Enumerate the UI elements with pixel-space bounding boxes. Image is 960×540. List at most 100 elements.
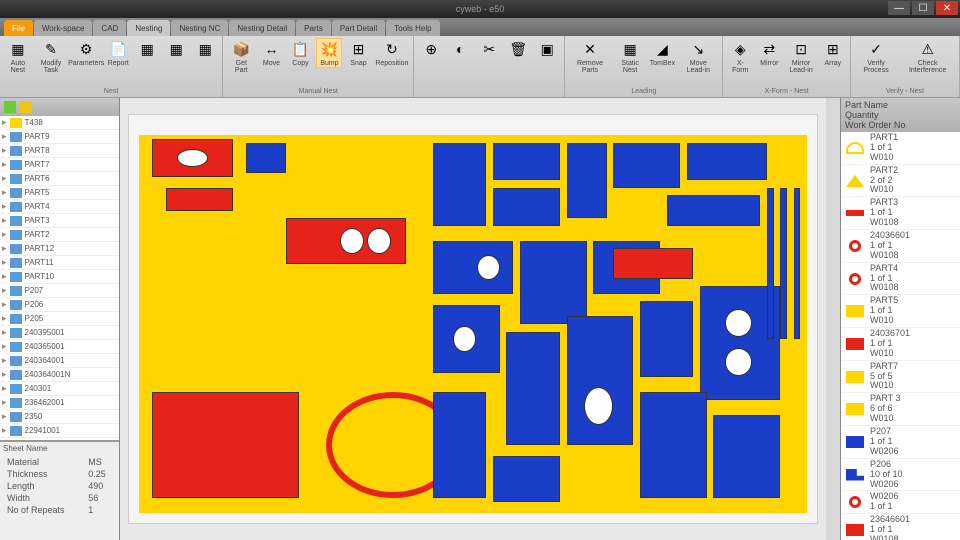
tab-nesting-nc[interactable]: Nesting NC bbox=[171, 20, 228, 36]
icon-button[interactable]: ▦ bbox=[134, 38, 160, 60]
expand-icon: ▸ bbox=[2, 425, 7, 436]
part-tree-item[interactable]: ▸P205 bbox=[0, 312, 119, 326]
copy-button[interactable]: 📋Copy bbox=[287, 38, 313, 68]
vertical-scrollbar[interactable] bbox=[826, 98, 840, 540]
bump-button[interactable]: 💥Bump bbox=[316, 38, 342, 68]
part-tree-item[interactable]: ▸PART11 bbox=[0, 256, 119, 270]
part-summary-list[interactable]: PART11 of 1W010PART22 of 2W010PART31 of … bbox=[841, 132, 960, 540]
part-tree-item[interactable]: ▸PART2 bbox=[0, 228, 119, 242]
tab-part-detail[interactable]: Part Detail bbox=[332, 20, 385, 36]
x-form-button[interactable]: ◈X-Form bbox=[727, 38, 753, 75]
part-tree[interactable]: ▸T438▸PART9▸PART8▸PART7▸PART6▸PART5▸PART… bbox=[0, 116, 119, 440]
maximize-button[interactable]: ☐ bbox=[912, 1, 934, 15]
part-tree-item[interactable]: ▸240301 bbox=[0, 382, 119, 396]
reposition-button[interactable]: ↻Reposition bbox=[374, 38, 409, 68]
mirror-button[interactable]: ⇄Mirror bbox=[756, 38, 782, 68]
summary-row[interactable]: 240367011 of 1W010 bbox=[841, 328, 960, 361]
tab-nesting-detail[interactable]: Nesting Detail bbox=[229, 20, 295, 36]
tab-work-space[interactable]: Work-space bbox=[34, 20, 93, 36]
summary-row[interactable]: W02061 of 1 bbox=[841, 491, 960, 514]
part-name: 240365001 bbox=[25, 342, 65, 351]
part-tree-item[interactable]: ▸PART8 bbox=[0, 144, 119, 158]
tombex-button[interactable]: ◢TomBex bbox=[649, 38, 675, 68]
part-thumb-icon bbox=[846, 175, 864, 187]
static-nest-button[interactable]: ▦Static Nest bbox=[614, 38, 647, 75]
swatch-green-icon[interactable] bbox=[4, 101, 16, 113]
tab-parts[interactable]: Parts bbox=[296, 20, 331, 36]
icon-button[interactable]: ▣ bbox=[534, 38, 560, 60]
icon-button[interactable]: ▦ bbox=[163, 38, 189, 60]
part-tree-item[interactable]: ▸PART4 bbox=[0, 200, 119, 214]
summary-row[interactable]: PART 36 of 6W010 bbox=[841, 393, 960, 426]
part-tree-item[interactable]: ▸PART5 bbox=[0, 186, 119, 200]
snap-button[interactable]: ⊞Snap bbox=[345, 38, 371, 68]
summary-row[interactable]: 240366011 of 1W0108 bbox=[841, 230, 960, 263]
part-thumb-icon bbox=[846, 338, 864, 350]
property-cell: Length bbox=[5, 481, 84, 491]
part-tree-item[interactable]: ▸PART9 bbox=[0, 130, 119, 144]
part-tree-item[interactable]: ▸2350 bbox=[0, 410, 119, 424]
minimize-button[interactable]: — bbox=[888, 1, 910, 15]
ribbon-group-label: Nest bbox=[104, 88, 118, 95]
verify-process-button[interactable]: ✓Verify Process bbox=[855, 38, 897, 75]
part-name: 240301 bbox=[25, 384, 52, 393]
expand-icon: ▸ bbox=[2, 341, 7, 352]
swatch-yellow-icon[interactable] bbox=[20, 101, 32, 113]
part-tree-item[interactable]: ▸240364001N bbox=[0, 368, 119, 382]
part-tree-item[interactable]: ▸P207 bbox=[0, 284, 119, 298]
check-interference-button[interactable]: ⚠Check Interference bbox=[900, 38, 955, 75]
part-tree-item[interactable]: ▸236462001 bbox=[0, 396, 119, 410]
icon-button[interactable]: ▦ bbox=[192, 38, 218, 60]
expand-icon: ▸ bbox=[2, 215, 7, 226]
part-icon bbox=[10, 398, 22, 408]
part-tree-item[interactable]: ▸P206 bbox=[0, 298, 119, 312]
summary-row[interactable]: P2071 of 1W0206 bbox=[841, 426, 960, 459]
array-button[interactable]: ⊞Array bbox=[820, 38, 846, 68]
part-tree-item[interactable]: ▸22941001 bbox=[0, 424, 119, 438]
summary-row[interactable]: PART31 of 1W0108 bbox=[841, 197, 960, 230]
canvas[interactable] bbox=[120, 98, 826, 540]
remove-parts-button[interactable]: ✕Remove Parts bbox=[569, 38, 611, 75]
part-thumb-icon bbox=[849, 240, 861, 252]
part-tree-item[interactable]: ▸PART10 bbox=[0, 270, 119, 284]
ribbon: ▦Auto Nest✎Modify Task⚙Parameters📄Report… bbox=[0, 36, 960, 98]
tab-nesting[interactable]: Nesting bbox=[127, 20, 170, 36]
part-tree-item[interactable]: ▸PART7 bbox=[0, 158, 119, 172]
icon-button[interactable]: ◐ bbox=[447, 38, 473, 60]
part-tree-item[interactable]: ▸PART3 bbox=[0, 214, 119, 228]
get-part-button[interactable]: 📦Get Part bbox=[227, 38, 255, 75]
part-name: 2350 bbox=[25, 412, 43, 421]
summary-row[interactable]: PART11 of 1W010 bbox=[841, 132, 960, 165]
move-lead-in-button[interactable]: ↘Move Lead-in bbox=[678, 38, 718, 75]
part-icon bbox=[10, 356, 22, 366]
part-tree-item[interactable]: ▸PART12 bbox=[0, 242, 119, 256]
icon-button[interactable]: 🗑 bbox=[505, 38, 531, 60]
summary-row[interactable]: P20610 of 10W0206 bbox=[841, 459, 960, 492]
report-button[interactable]: 📄Report bbox=[105, 38, 131, 68]
summary-row[interactable]: PART22 of 2W010 bbox=[841, 165, 960, 198]
auto-nest-button[interactable]: ▦Auto Nest bbox=[4, 38, 32, 75]
expand-icon: ▸ bbox=[2, 201, 7, 212]
summary-row[interactable]: 236466011 of 1W0108 bbox=[841, 514, 960, 540]
nesting-sheet[interactable] bbox=[128, 114, 818, 524]
part-name: P207 bbox=[25, 286, 44, 295]
part-tree-item[interactable]: ▸PART6 bbox=[0, 172, 119, 186]
summary-row[interactable]: PART51 of 1W010 bbox=[841, 295, 960, 328]
part-tree-item[interactable]: ▸T438 bbox=[0, 116, 119, 130]
parameters-button[interactable]: ⚙Parameters bbox=[70, 38, 102, 68]
icon-button[interactable]: ✂ bbox=[476, 38, 502, 60]
part-name: PART7 bbox=[25, 160, 50, 169]
tab-tools-help[interactable]: Tools Help bbox=[386, 20, 439, 36]
part-tree-item[interactable]: ▸ 240365001 bbox=[0, 340, 119, 354]
tab-file[interactable]: File bbox=[4, 20, 33, 36]
summary-row[interactable]: PART41 of 1W0108 bbox=[841, 263, 960, 296]
part-tree-item[interactable]: ▸240364001 bbox=[0, 354, 119, 368]
icon-button[interactable]: ⊕ bbox=[418, 38, 444, 60]
move-button[interactable]: ↔Move bbox=[258, 38, 284, 68]
part-tree-item[interactable]: ▸240395001 bbox=[0, 326, 119, 340]
tab-cad[interactable]: CAD bbox=[93, 20, 126, 36]
close-button[interactable]: ✕ bbox=[936, 1, 958, 15]
mirror-lead-in-button[interactable]: ⊡Mirror Lead-in bbox=[785, 38, 817, 75]
summary-row[interactable]: PART75 of 5W010 bbox=[841, 361, 960, 394]
modify-task-button[interactable]: ✎Modify Task bbox=[35, 38, 67, 75]
